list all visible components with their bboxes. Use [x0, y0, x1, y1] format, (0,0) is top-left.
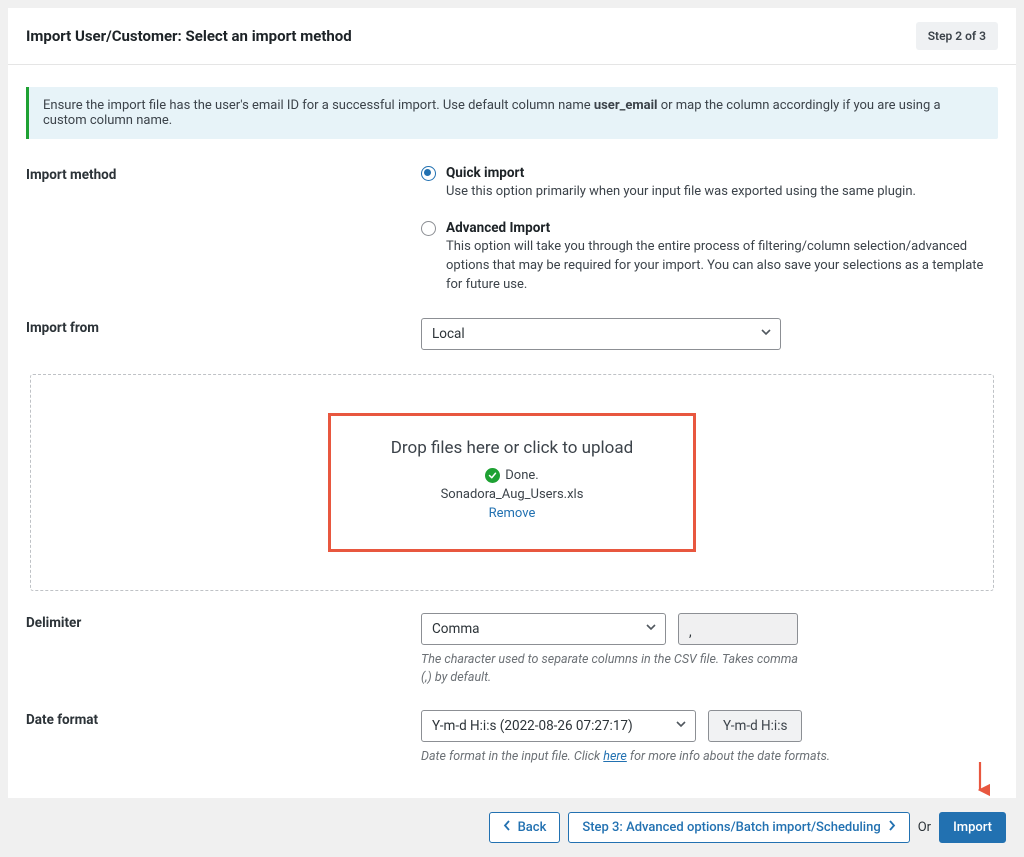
back-button[interactable]: Back: [489, 812, 561, 843]
import-from-label: Import from: [26, 318, 421, 336]
notice-text-before: Ensure the import file has the user's em…: [43, 98, 594, 113]
check-icon: [485, 468, 500, 483]
import-from-value: Local: [432, 326, 465, 342]
date-help-link[interactable]: here: [603, 749, 627, 764]
import-from-row: Import from Local: [26, 318, 998, 350]
delimiter-char: ,: [689, 624, 692, 640]
date-format-select[interactable]: Y-m-d H:i:s (2022-08-26 07:27:17): [421, 710, 696, 742]
quick-title: Quick import: [446, 165, 916, 181]
dropzone-done-row: Done.: [391, 468, 633, 483]
advanced-desc: This option will take you through the en…: [446, 238, 998, 295]
dropzone-heading: Drop files here or click to upload: [391, 438, 633, 458]
dropzone-done-text: Done.: [505, 468, 538, 483]
delimiter-label: Delimiter: [26, 613, 421, 631]
chevron-left-icon: [503, 820, 512, 834]
import-page: Import User/Customer: Select an import m…: [8, 8, 1016, 798]
notice-bold: user_email: [594, 98, 658, 113]
radio-wrap: [421, 165, 436, 185]
import-method-options: Quick import Use this option primarily w…: [421, 165, 998, 294]
import-label: Import: [953, 820, 992, 835]
back-label: Back: [518, 820, 547, 835]
radio-advanced[interactable]: [421, 221, 436, 236]
chevron-right-icon: [887, 820, 896, 834]
date-help-before: Date format in the input file. Click: [421, 749, 603, 764]
date-format-help: Date format in the input file. Click her…: [421, 748, 998, 766]
import-method-row: Import method Quick import Use this opti…: [26, 165, 998, 294]
chevron-down-icon: [675, 718, 687, 734]
radio-wrap: [421, 220, 436, 240]
import-button[interactable]: Import: [939, 812, 1006, 843]
page-header: Import User/Customer: Select an import m…: [8, 8, 1016, 65]
import-from-select[interactable]: Local: [421, 318, 781, 350]
quick-text: Quick import Use this option primarily w…: [446, 165, 916, 202]
advanced-title: Advanced Import: [446, 220, 998, 236]
quick-import-option[interactable]: Quick import Use this option primarily w…: [421, 165, 998, 202]
radio-quick-checked[interactable]: [421, 166, 436, 181]
chevron-down-icon: [760, 326, 772, 342]
quick-desc: Use this option primarily when your inpu…: [446, 183, 916, 202]
dropzone-area[interactable]: Drop files here or click to upload Done.…: [30, 374, 994, 591]
delimiter-row: Delimiter Comma , The character used to …: [26, 613, 998, 686]
date-format-value: Y-m-d H:i:s (2022-08-26 07:27:17): [432, 718, 633, 734]
content: Ensure the import file has the user's em…: [8, 65, 1016, 798]
date-format-label: Date format: [26, 710, 421, 728]
advanced-import-option[interactable]: Advanced Import This option will take yo…: [421, 220, 998, 295]
dropzone-filename: Sonadora_Aug_Users.xls: [391, 487, 633, 502]
date-help-after: for more info about the date formats.: [630, 749, 830, 764]
delimiter-help: The character used to separate columns i…: [421, 651, 801, 686]
or-text: Or: [918, 820, 931, 835]
chevron-down-icon: [645, 621, 657, 637]
delimiter-input[interactable]: ,: [678, 613, 798, 645]
footer-bar: Back Step 3: Advanced options/Batch impo…: [0, 798, 1024, 857]
step3-button[interactable]: Step 3: Advanced options/Batch import/Sc…: [568, 812, 909, 843]
date-format-code-button[interactable]: Y-m-d H:i:s: [708, 710, 802, 742]
info-notice: Ensure the import file has the user's em…: [26, 87, 998, 139]
step3-label: Step 3: Advanced options/Batch import/Sc…: [582, 820, 880, 835]
advanced-text: Advanced Import This option will take yo…: [446, 220, 998, 295]
delimiter-value: Comma: [432, 621, 480, 637]
page-title: Import User/Customer: Select an import m…: [26, 27, 352, 45]
delimiter-select[interactable]: Comma: [421, 613, 666, 645]
import-method-label: Import method: [26, 165, 421, 183]
step-badge: Step 2 of 3: [916, 22, 998, 50]
date-format-row: Date format Y-m-d H:i:s (2022-08-26 07:2…: [26, 710, 998, 766]
date-format-code: Y-m-d H:i:s: [723, 718, 787, 734]
dropzone-remove-link[interactable]: Remove: [391, 506, 633, 521]
dropzone-highlight: Drop files here or click to upload Done.…: [328, 413, 696, 552]
